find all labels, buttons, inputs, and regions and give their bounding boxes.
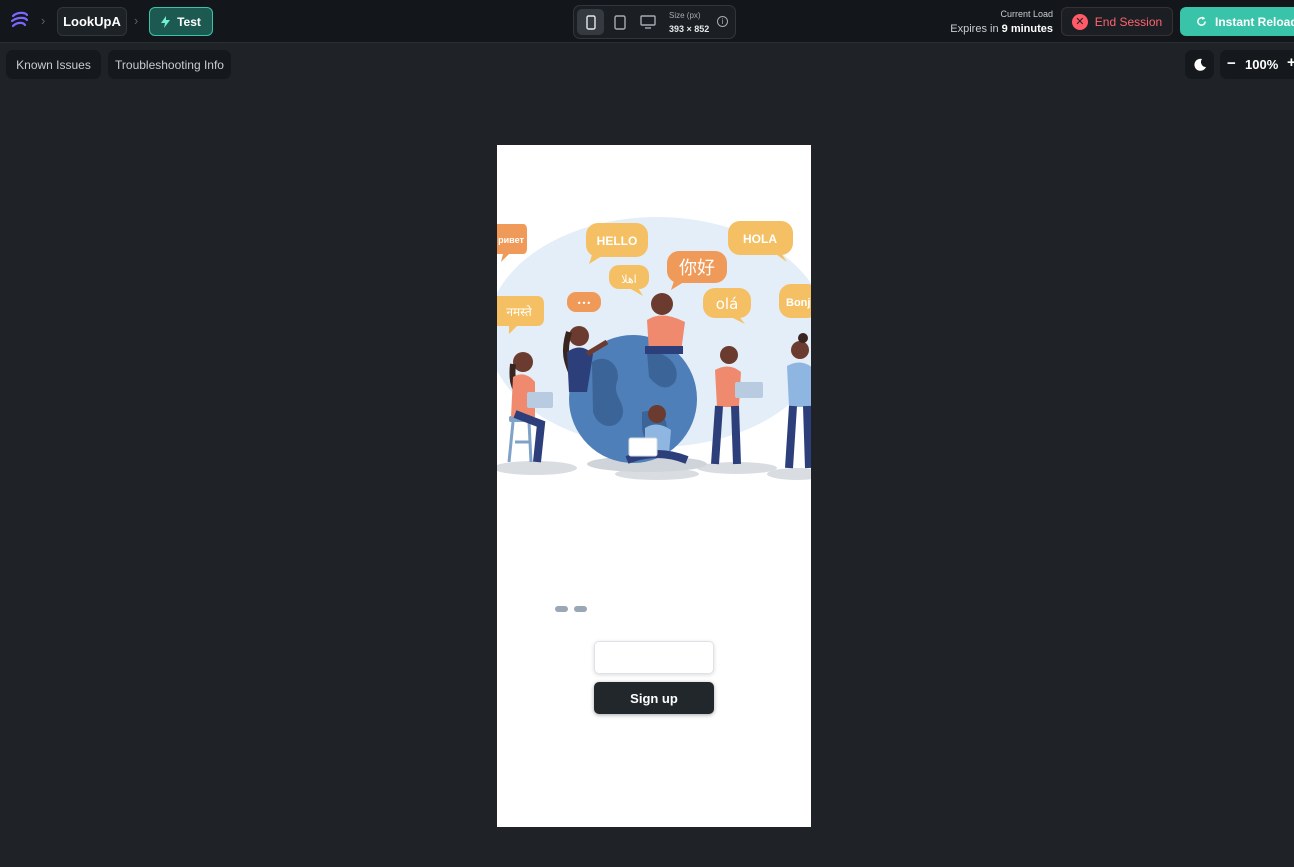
size-label: Size (px)	[669, 11, 701, 20]
phone-icon	[585, 14, 596, 30]
desktop-icon	[639, 15, 656, 29]
sign-up-button[interactable]: Sign up	[594, 682, 714, 714]
carousel-indicator	[555, 606, 587, 612]
zoom-level: 100%	[1245, 57, 1279, 72]
instant-reload-button[interactable]: Instant Reload	[1180, 7, 1294, 36]
zoom-out-button[interactable]: −	[1227, 55, 1236, 72]
carousel-dot[interactable]	[555, 606, 568, 612]
carousel-dot[interactable]	[574, 606, 587, 612]
end-session-button[interactable]: ✕ End Session	[1061, 7, 1173, 36]
bubble-privet: ривет	[498, 235, 524, 245]
speech-bubble: ривет	[497, 224, 527, 262]
current-load-label: Current Load	[1000, 9, 1053, 19]
known-issues-button[interactable]: Known Issues	[6, 50, 101, 79]
bubble-ola: olá	[716, 295, 739, 313]
size-value: 393 × 852	[669, 24, 710, 34]
tablet-icon	[613, 14, 626, 30]
desktop-device-button[interactable]	[634, 9, 661, 35]
email-input[interactable]	[594, 641, 714, 674]
bubble-namaste: नमस्ते	[506, 305, 533, 319]
close-circle-icon: ✕	[1071, 13, 1088, 30]
zoom-control: − 100% +	[1220, 50, 1294, 79]
bubble-hello: HELLO	[597, 234, 638, 248]
zoom-in-button[interactable]: +	[1287, 54, 1294, 71]
bubble-nihao: 你好	[679, 258, 715, 279]
troubleshooting-info-button[interactable]: Troubleshooting Info	[108, 50, 231, 79]
theme-toggle-button[interactable]	[1185, 50, 1214, 79]
device-preview: ривет HELLO HOLA 你好 اهلا olá ••• नमस्ते …	[497, 145, 811, 827]
test-mode-label: Test	[177, 14, 201, 29]
bubble-salam: اهلا	[621, 273, 636, 286]
reload-icon	[1197, 16, 1206, 26]
test-mode-button[interactable]: Test	[149, 7, 213, 36]
logo-icon[interactable]	[9, 10, 31, 32]
phone-device-button[interactable]	[577, 9, 604, 35]
session-expiry: Expires in 9 minutes	[950, 23, 1053, 35]
bubble-ellipsis: •••	[577, 299, 591, 308]
info-icon[interactable]: i	[717, 16, 728, 27]
bubble-hola: HOLA	[743, 232, 777, 246]
speech-bubble: •••	[567, 292, 601, 312]
device-switcher: Size (px) 393 × 852 i	[573, 5, 736, 39]
bolt-icon	[161, 15, 171, 28]
top-bar: › LookUpA › Test Size (px) 393 × 852 i C…	[0, 0, 1294, 43]
moon-icon	[1193, 58, 1206, 71]
hero-illustration: ривет HELLO HOLA 你好 اهلا olá ••• नमस्ते …	[497, 217, 811, 480]
bubble-bonjour: Bonj	[786, 297, 810, 309]
chevron-right-icon: ›	[41, 13, 46, 28]
tablet-device-button[interactable]	[606, 9, 633, 35]
chevron-right-icon: ›	[134, 13, 139, 28]
breadcrumb-app[interactable]: LookUpA	[57, 7, 127, 36]
speech-bubble: Bonj	[779, 284, 811, 318]
